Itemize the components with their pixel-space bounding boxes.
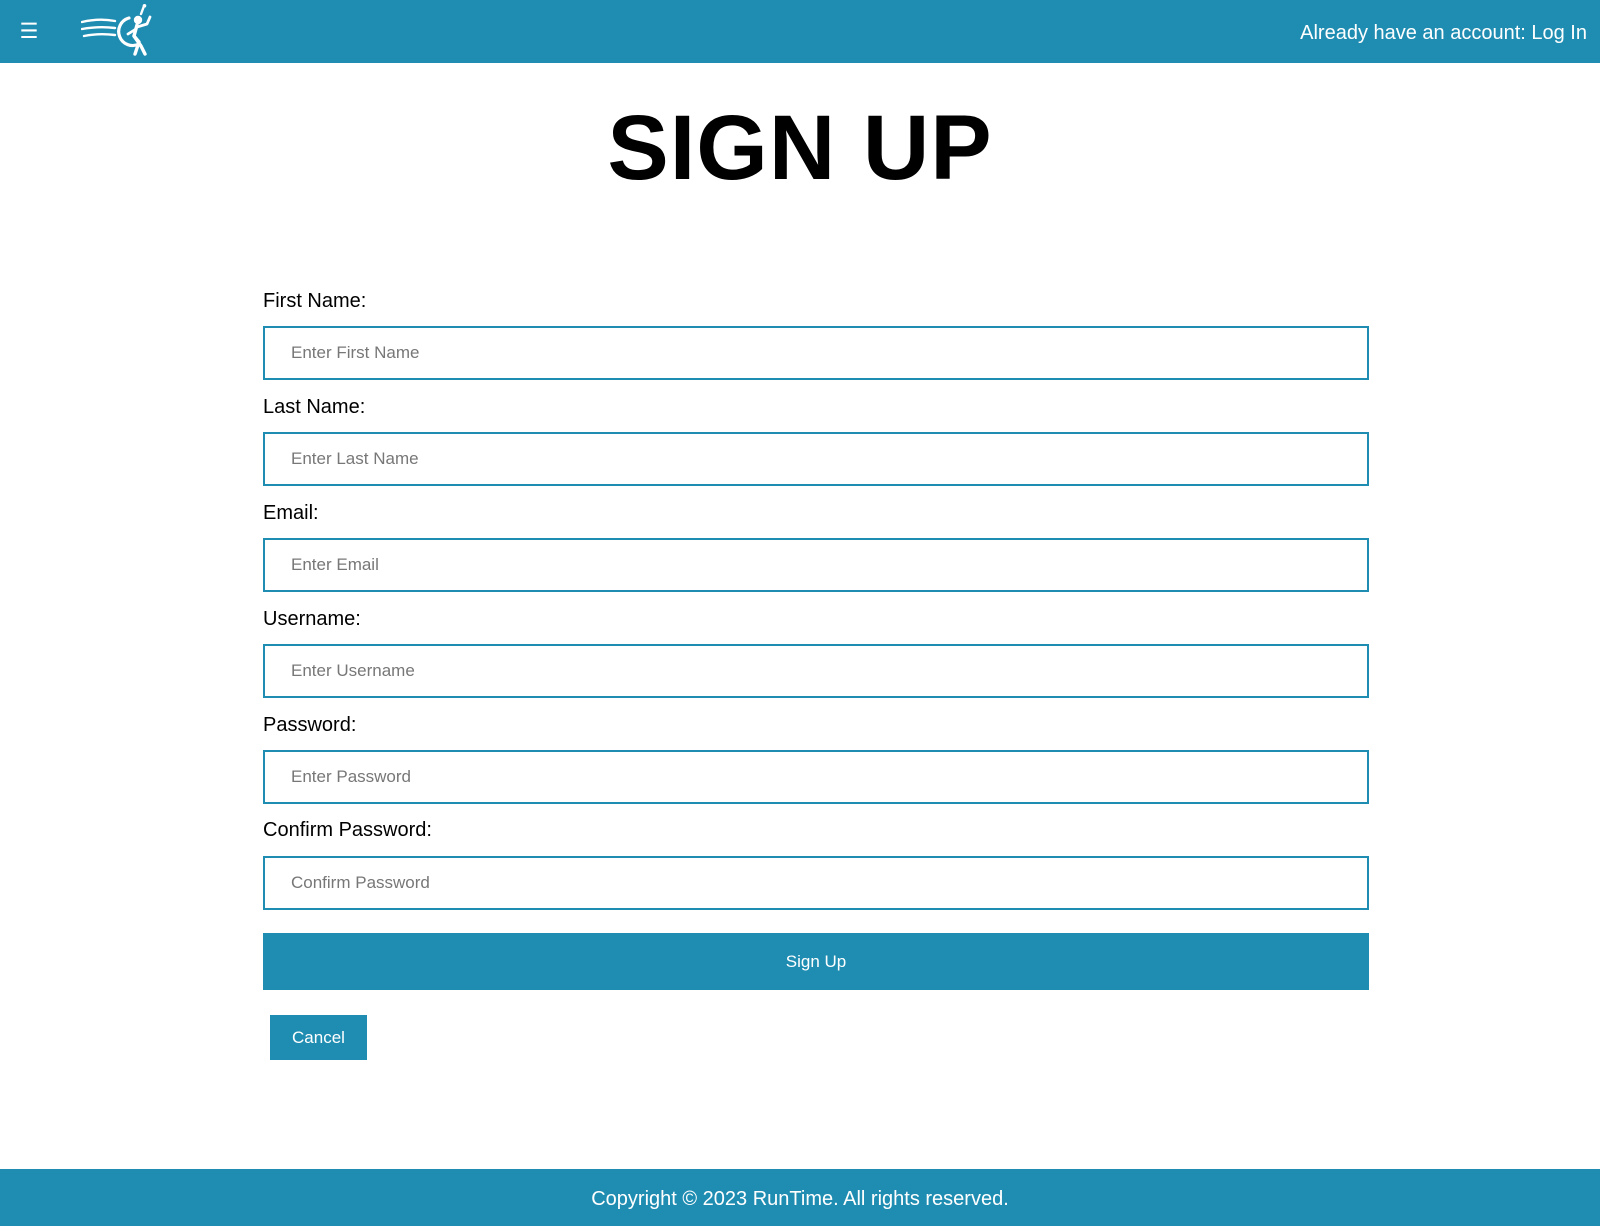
last-name-input[interactable] <box>263 432 1369 486</box>
first-name-input[interactable] <box>263 326 1369 380</box>
top-navbar: ☰ Already have an account: Log In <box>0 0 1600 63</box>
password-label: Password: <box>263 714 357 736</box>
first-name-label: First Name: <box>263 290 367 312</box>
page-footer: Copyright © 2023 RunTime. All rights res… <box>0 1169 1600 1226</box>
confirm-password-input[interactable] <box>263 856 1369 910</box>
login-link[interactable]: Already have an account: Log In <box>1300 19 1587 47</box>
runner-logo-icon[interactable] <box>81 2 155 58</box>
hamburger-menu-icon[interactable]: ☰ <box>18 18 40 46</box>
last-name-label: Last Name: <box>263 396 366 418</box>
confirm-password-label: Confirm Password: <box>263 819 432 841</box>
sign-up-button[interactable]: Sign Up <box>263 933 1369 990</box>
email-label: Email: <box>263 502 319 524</box>
email-input[interactable] <box>263 538 1369 592</box>
signup-page: ☰ Already have an account: Log In SIGN U… <box>0 0 1600 1226</box>
copyright-text: Copyright © 2023 RunTime. All rights res… <box>591 1188 1009 1210</box>
cancel-button[interactable]: Cancel <box>270 1015 367 1060</box>
username-label: Username: <box>263 608 361 630</box>
page-title: SIGN UP <box>607 97 993 199</box>
username-input[interactable] <box>263 644 1369 698</box>
password-input[interactable] <box>263 750 1369 804</box>
